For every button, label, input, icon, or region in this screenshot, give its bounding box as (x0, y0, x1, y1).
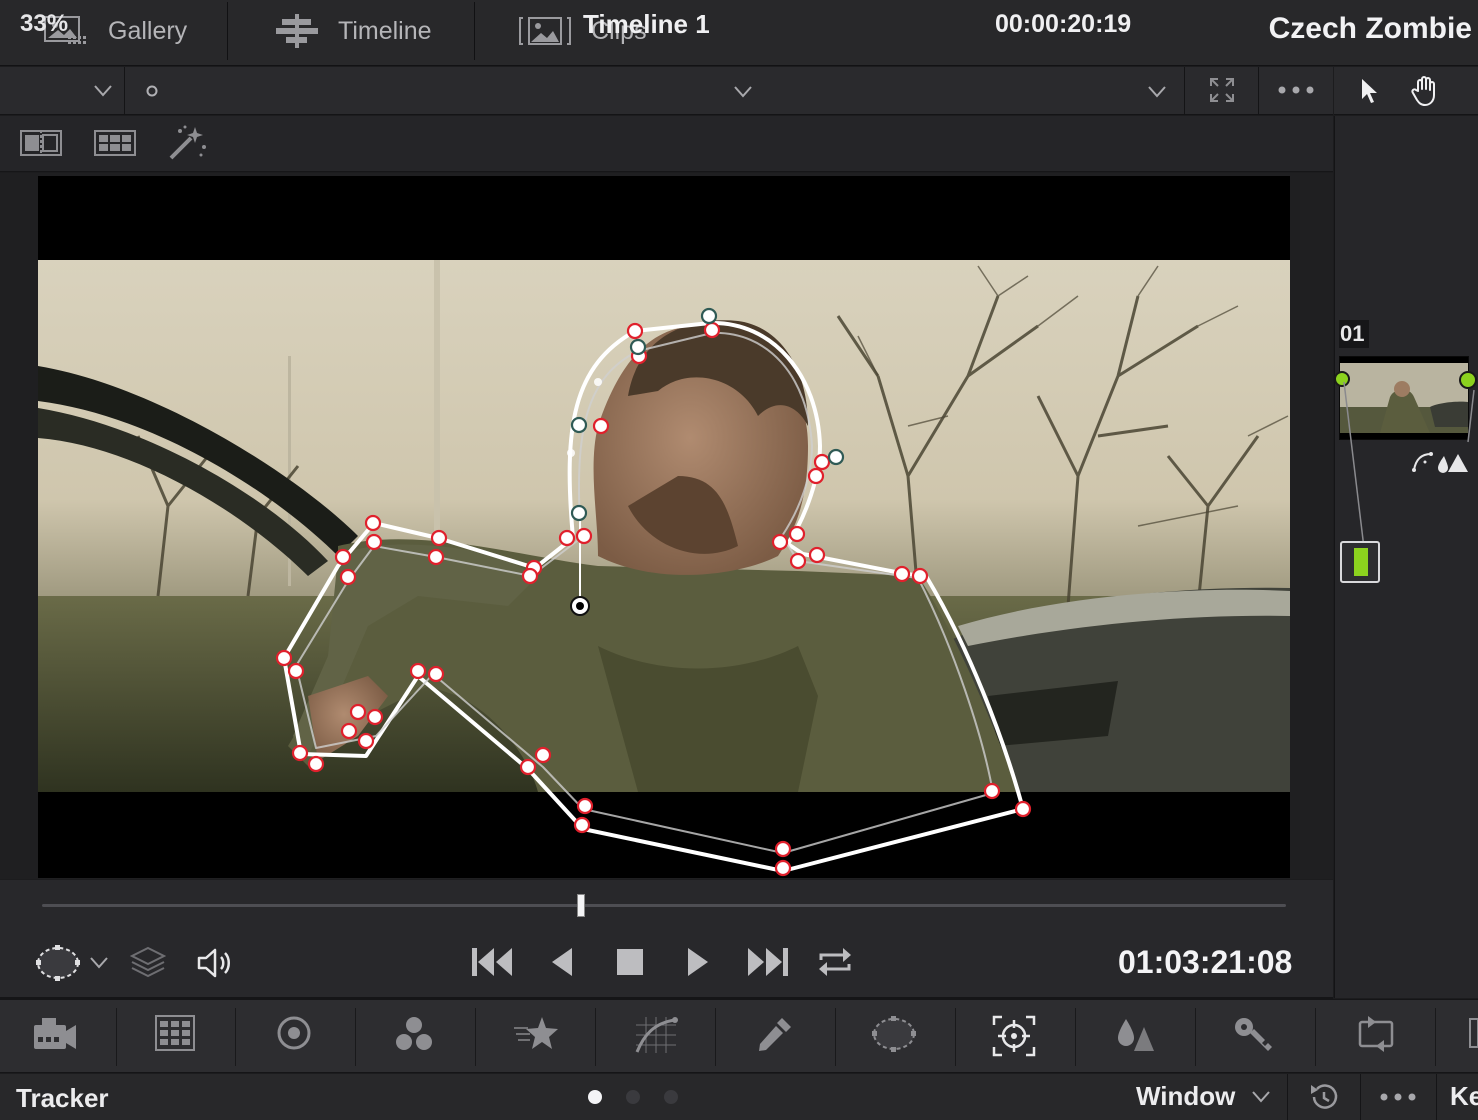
node-tools-icon (1412, 452, 1468, 473)
node-number: 01 (1339, 320, 1369, 348)
more-options-icon[interactable] (1277, 85, 1315, 95)
divider (355, 1008, 356, 1066)
chevron-down-icon[interactable] (94, 85, 112, 97)
chevron-down-icon[interactable] (734, 86, 752, 98)
reverse-play-icon[interactable] (550, 948, 574, 976)
output-indicator (1354, 548, 1368, 576)
divider (475, 1008, 476, 1066)
sizing-icon[interactable] (1352, 1015, 1400, 1053)
loop-icon[interactable] (815, 946, 855, 978)
play-icon[interactable] (686, 948, 710, 976)
clips-icon (519, 16, 571, 46)
pointer-tool-icon[interactable] (1358, 77, 1382, 105)
source-timecode[interactable]: 00:00:20:19 (995, 10, 1131, 39)
viewer-frame[interactable] (38, 176, 1290, 878)
timeline-icon (276, 14, 318, 48)
divider (1184, 67, 1185, 115)
tab-divider (474, 2, 475, 60)
magic-wand-icon[interactable] (168, 125, 208, 161)
next-panel-title: Ke (1450, 1081, 1478, 1111)
chevron-down-icon[interactable] (1252, 1091, 1270, 1103)
window-overlay-icon[interactable] (36, 944, 84, 982)
record-timecode: 01:03:21:08 (1118, 944, 1293, 980)
reset-icon[interactable] (1308, 1082, 1340, 1112)
project-title: Czech Zombie (1268, 12, 1472, 45)
divider (715, 1008, 716, 1066)
chevron-down-icon[interactable] (90, 957, 108, 969)
zoom-level[interactable]: 33% (20, 10, 68, 38)
tracker-mode-dropdown[interactable]: Window (1136, 1081, 1235, 1112)
divider (1258, 67, 1259, 115)
chevron-down-icon[interactable] (1148, 86, 1166, 98)
divider (955, 1008, 956, 1066)
window-icon[interactable] (870, 1015, 918, 1053)
viewer-header (0, 67, 1333, 115)
playhead[interactable] (576, 894, 585, 917)
grid-view-icon[interactable] (94, 130, 136, 156)
timeline-name[interactable]: Timeline 1 (583, 9, 710, 40)
divider (595, 1008, 596, 1066)
panel-title: Tracker (16, 1083, 109, 1113)
qualifier-icon[interactable] (754, 1015, 794, 1055)
tab-divider (227, 2, 228, 60)
rgb-mixer-icon[interactable] (394, 1015, 434, 1053)
scrubber-track[interactable] (42, 904, 1286, 907)
blur-icon[interactable] (1114, 1015, 1156, 1055)
camera-raw-icon[interactable] (32, 1015, 78, 1053)
divider (116, 1008, 117, 1066)
divider (1195, 1008, 1196, 1066)
split-screen-icon[interactable] (20, 130, 62, 156)
window-mask-overlay[interactable] (38, 176, 1290, 878)
divider (1360, 1074, 1361, 1120)
motion-effects-icon[interactable] (512, 1015, 560, 1051)
color-match-icon[interactable] (155, 1015, 195, 1051)
node-editor-header (1334, 67, 1478, 115)
node-output-connector[interactable] (1340, 541, 1380, 583)
divider (1315, 1008, 1316, 1066)
top-nav-bar (0, 0, 1478, 66)
page-indicator-active[interactable] (588, 1090, 602, 1104)
color-wheels-icon[interactable] (276, 1015, 312, 1051)
divider (1075, 1008, 1076, 1066)
divider (1287, 1074, 1288, 1120)
status-dot-icon (146, 85, 158, 97)
hand-tool-icon[interactable] (1410, 75, 1442, 107)
tracker-icon[interactable] (992, 1015, 1036, 1057)
divider (835, 1008, 836, 1066)
audio-icon[interactable] (196, 946, 234, 980)
divider (235, 1008, 236, 1066)
curves-icon[interactable] (634, 1015, 678, 1055)
divider (1436, 1074, 1437, 1120)
palette-overflow-icon[interactable] (1468, 1015, 1478, 1051)
tab-timeline-label: Timeline (338, 16, 432, 45)
more-options-icon[interactable] (1379, 1092, 1417, 1102)
page-indicator[interactable] (626, 1090, 640, 1104)
stop-icon[interactable] (617, 949, 643, 975)
divider (1435, 1008, 1436, 1066)
tab-timeline[interactable]: Timeline (276, 0, 432, 62)
skip-to-end-icon[interactable] (744, 948, 788, 976)
skip-to-start-icon[interactable] (472, 948, 516, 976)
layers-icon[interactable] (130, 944, 166, 980)
divider (124, 67, 125, 115)
key-icon[interactable] (1232, 1015, 1274, 1055)
tab-gallery-label: Gallery (108, 16, 188, 45)
page-indicator[interactable] (664, 1090, 678, 1104)
fullscreen-icon[interactable] (1209, 77, 1235, 103)
